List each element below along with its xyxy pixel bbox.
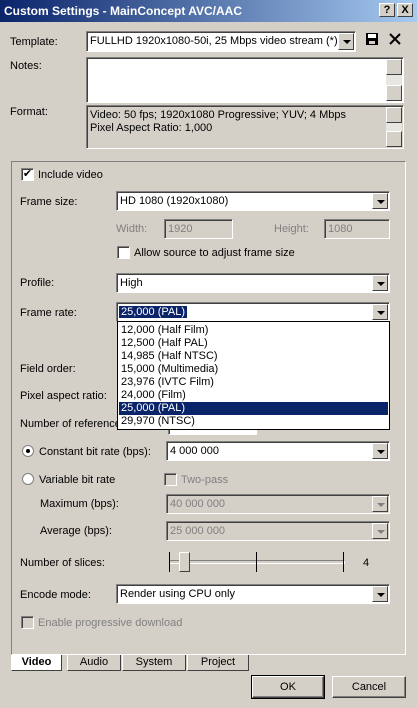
format-label: Format: xyxy=(10,106,48,118)
frame-rate-dropdown[interactable]: 25,000 (PAL) xyxy=(116,302,390,322)
profile-label: Profile: xyxy=(20,277,55,289)
chevron-down-icon[interactable] xyxy=(338,33,354,50)
chevron-down-icon[interactable] xyxy=(372,304,388,320)
scroll-down-icon[interactable] xyxy=(386,131,402,147)
two-pass-label: Two-pass xyxy=(181,474,229,486)
profile-value: High xyxy=(120,277,143,289)
delete-icon[interactable] xyxy=(387,32,403,50)
height-value: 1080 xyxy=(328,223,353,235)
slices-slider-track[interactable] xyxy=(169,560,345,564)
slider-tick xyxy=(256,552,257,572)
allow-source-checkbox[interactable] xyxy=(117,246,130,259)
frame-size-value: HD 1080 (1920x1080) xyxy=(120,195,229,207)
frame-size-label: Frame size: xyxy=(20,196,78,208)
frame-rate-option[interactable]: 23,976 (IVTC Film) xyxy=(119,376,388,389)
scroll-up-icon[interactable] xyxy=(386,59,402,75)
field-order-label: Field order: xyxy=(20,363,76,375)
average-label: Average (bps): xyxy=(40,525,112,537)
pixel-aspect-ratio-label: Pixel aspect ratio: xyxy=(20,390,107,402)
variable-bit-rate-radio[interactable] xyxy=(22,473,34,485)
constant-bit-rate-value: 4 000 000 xyxy=(170,445,219,457)
frame-rate-value: 25,000 (PAL) xyxy=(117,305,189,319)
progressive-download-label: Enable progressive download xyxy=(38,617,183,629)
frame-size-dropdown[interactable]: HD 1080 (1920x1080) xyxy=(116,191,390,211)
include-video-checkbox[interactable]: ✔ xyxy=(21,168,34,181)
notes-label: Notes: xyxy=(10,60,42,72)
height-label: Height: xyxy=(274,223,309,235)
template-label: Template: xyxy=(10,36,58,48)
constant-bit-rate-label: Constant bit rate (bps): xyxy=(39,446,151,458)
slices-label: Number of slices: xyxy=(20,557,105,569)
format-line2: Pixel Aspect Ratio: 1,000 xyxy=(90,122,213,134)
allow-source-label: Allow source to adjust frame size xyxy=(134,247,295,259)
window-title: Custom Settings - MainConcept AVC/AAC xyxy=(4,4,243,18)
width-input[interactable]: 1920 xyxy=(164,219,233,239)
scroll-down-icon[interactable] xyxy=(386,85,402,101)
constant-bit-rate-radio[interactable] xyxy=(22,445,34,457)
slider-tick xyxy=(169,552,170,572)
template-dropdown[interactable]: FULLHD 1920x1080-50i, 25 Mbps video stre… xyxy=(86,31,356,52)
profile-dropdown[interactable]: High xyxy=(116,273,390,293)
height-input[interactable]: 1080 xyxy=(324,219,390,239)
frame-rate-label: Frame rate: xyxy=(20,307,77,319)
encode-mode-value: Render using CPU only xyxy=(120,588,235,600)
ok-button[interactable]: OK xyxy=(251,675,325,699)
maximum-dropdown[interactable]: 40 000 000 xyxy=(166,494,390,514)
width-value: 1920 xyxy=(168,223,193,235)
notes-scrollbar[interactable] xyxy=(386,59,402,101)
tab-system[interactable]: System xyxy=(122,655,186,671)
average-dropdown[interactable]: 25 000 000 xyxy=(166,521,390,541)
format-line1: Video: 50 fps; 1920x1080 Progressive; YU… xyxy=(90,109,347,121)
frame-rate-option[interactable]: 24,000 (Film) xyxy=(119,389,388,402)
tab-project[interactable]: Project xyxy=(187,655,249,671)
frame-rate-option[interactable]: 14,985 (Half NTSC) xyxy=(119,350,388,363)
encode-mode-label: Encode mode: xyxy=(20,589,91,601)
width-label: Width: xyxy=(116,223,148,235)
frame-rate-option[interactable]: 12,000 (Half Film) xyxy=(119,324,388,337)
chevron-down-icon[interactable] xyxy=(372,443,388,459)
maximum-value: 40 000 000 xyxy=(170,498,226,510)
reference-frames-label: Number of reference xyxy=(20,418,121,430)
cancel-button[interactable]: Cancel xyxy=(332,676,406,698)
tab-strip: Video Audio System Project xyxy=(11,655,406,671)
format-box: Video: 50 fps; 1920x1080 Progressive; YU… xyxy=(86,105,404,149)
average-value: 25 000 000 xyxy=(170,525,226,537)
include-video-label: Include video xyxy=(38,169,103,181)
template-value: FULLHD 1920x1080-50i, 25 Mbps video stre… xyxy=(90,35,338,47)
encode-mode-dropdown[interactable]: Render using CPU only xyxy=(116,584,390,604)
frame-rate-option[interactable]: 12,500 (Half PAL) xyxy=(119,337,388,350)
slices-value: 4 xyxy=(363,557,370,569)
chevron-down-icon[interactable] xyxy=(372,275,388,291)
scroll-up-icon[interactable] xyxy=(386,107,402,123)
tab-audio[interactable]: Audio xyxy=(67,655,121,671)
chevron-down-icon[interactable] xyxy=(372,586,388,602)
frame-rate-option[interactable]: 15,000 (Multimedia) xyxy=(119,363,388,376)
chevron-down-icon[interactable] xyxy=(372,193,388,209)
maximum-label: Maximum (bps): xyxy=(40,498,119,510)
two-pass-checkbox[interactable] xyxy=(164,473,177,486)
progressive-download-checkbox[interactable] xyxy=(21,616,34,629)
slices-slider-thumb[interactable] xyxy=(179,552,190,572)
constant-bit-rate-dropdown[interactable]: 4 000 000 xyxy=(166,441,390,461)
tab-video[interactable]: Video xyxy=(11,655,62,671)
notes-textarea[interactable] xyxy=(86,57,404,103)
format-scrollbar[interactable] xyxy=(386,107,402,147)
frame-rate-option-selected[interactable]: 25,000 (PAL) xyxy=(119,402,388,415)
variable-bit-rate-label: Variable bit rate xyxy=(39,474,116,486)
frame-rate-list[interactable]: 12,000 (Half Film) 12,500 (Half PAL) 14,… xyxy=(117,321,390,430)
slider-tick xyxy=(343,552,344,572)
close-button[interactable]: X xyxy=(397,3,413,17)
title-bar: Custom Settings - MainConcept AVC/AAC ? … xyxy=(0,0,417,22)
frame-rate-option[interactable]: 29,970 (NTSC) xyxy=(119,415,388,428)
help-button[interactable]: ? xyxy=(379,3,395,17)
chevron-down-icon[interactable] xyxy=(372,496,388,512)
chevron-down-icon[interactable] xyxy=(372,523,388,539)
save-icon[interactable] xyxy=(364,32,380,50)
